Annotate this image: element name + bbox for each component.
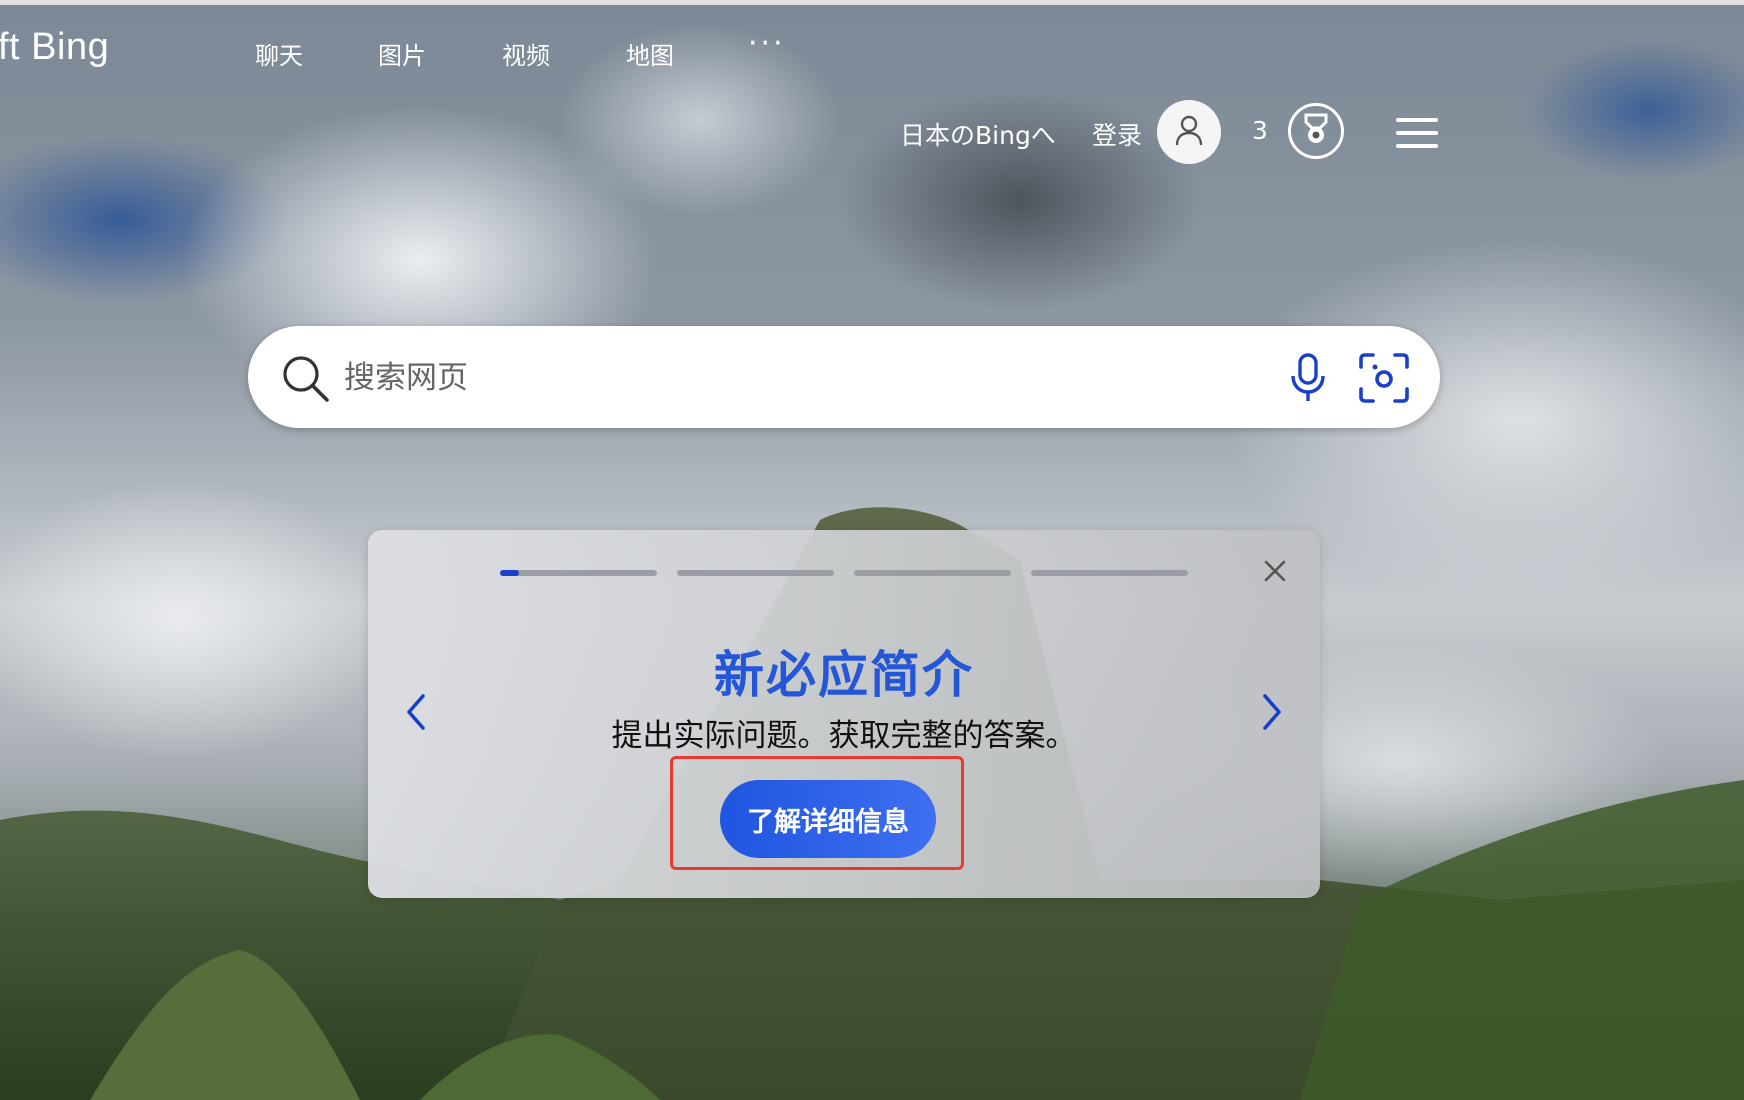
progress-step-1-fill — [500, 570, 519, 576]
search-input[interactable] — [342, 352, 1206, 404]
login-link[interactable]: 登录 — [1092, 116, 1142, 152]
nav-videos[interactable]: 视频 — [502, 36, 550, 71]
learn-more-button[interactable]: 了解详细信息 — [720, 780, 936, 858]
reward-points-count[interactable]: 3 — [1252, 116, 1268, 145]
hamburger-menu-icon[interactable] — [1396, 118, 1438, 148]
medal-icon — [1301, 112, 1331, 150]
intro-card: 新必应简介 提出实际问题。获取完整的答案。 了解详细信息 — [368, 530, 1320, 898]
region-switch-link[interactable]: 日本のBingへ — [900, 116, 1056, 152]
rewards-button[interactable] — [1288, 103, 1344, 159]
progress-step-1[interactable] — [500, 570, 657, 576]
progress-step-3[interactable] — [854, 570, 1011, 576]
search-icon[interactable] — [280, 353, 332, 409]
progress-step-2[interactable] — [677, 570, 834, 576]
nav-maps[interactable]: 地图 — [626, 36, 674, 71]
user-icon — [1174, 114, 1204, 150]
search-box[interactable] — [248, 326, 1440, 428]
card-subtitle: 提出实际问题。获取完整的答案。 — [611, 718, 1077, 754]
microphone-icon[interactable] — [1288, 352, 1328, 408]
close-icon[interactable] — [1260, 556, 1290, 586]
nav-chat[interactable]: 聊天 — [255, 36, 303, 71]
bing-logo[interactable]: ft Bing — [0, 26, 109, 69]
card-title: 新必应简介 — [714, 646, 974, 704]
progress-step-4[interactable] — [1031, 570, 1188, 576]
camera-search-icon[interactable] — [1358, 352, 1410, 408]
browser-top-edge — [0, 0, 1744, 5]
nav-images[interactable]: 图片 — [378, 36, 426, 71]
avatar-button[interactable] — [1157, 100, 1221, 164]
nav-more-button[interactable]: ··· — [748, 26, 786, 61]
